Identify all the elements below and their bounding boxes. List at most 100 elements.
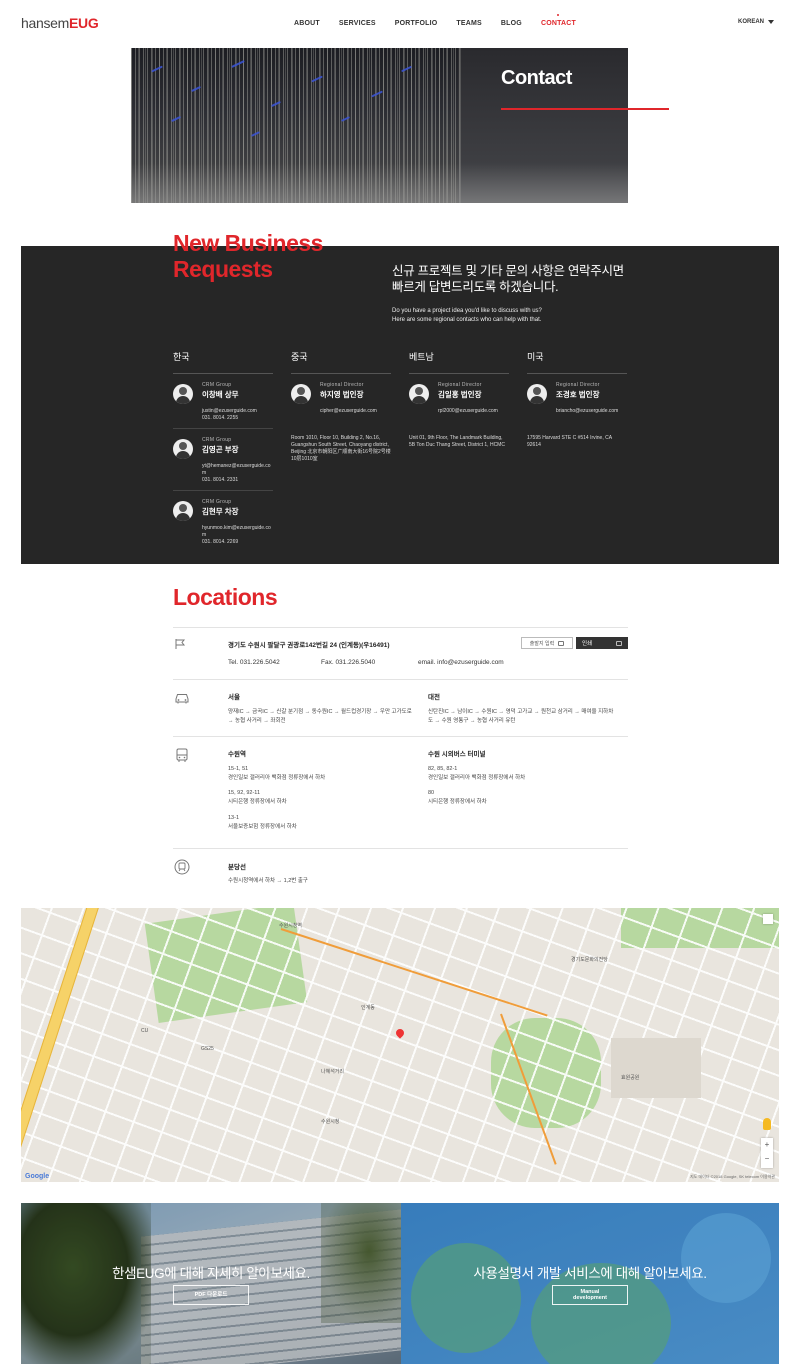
manual-development-button[interactable]: Manual development	[552, 1285, 628, 1305]
divider	[173, 679, 628, 680]
description-line2: 빠르게 답변드리도록 하겠습니다.	[392, 280, 559, 294]
main-nav: ABOUT SERVICES PORTFOLIO TEAMS BLOG CONT…	[294, 14, 595, 27]
logo[interactable]: hansemEUG	[21, 15, 99, 31]
google-logo: Google	[25, 1173, 50, 1180]
avatar	[173, 439, 193, 459]
location-icon	[558, 640, 565, 646]
pegman-icon[interactable]	[763, 1118, 771, 1130]
divider	[173, 736, 628, 737]
contact-card: CRM Group 이창배 상무 justin@ezuserguide.com …	[173, 382, 273, 429]
contact-email[interactable]: rpl2000@ezuserguide.com	[438, 408, 509, 415]
print-button[interactable]: 인쇄	[576, 637, 628, 649]
subway-title: 분당선	[228, 864, 246, 871]
map-label: CU	[141, 1028, 149, 1034]
map-block	[611, 1038, 701, 1098]
bus-station-line: 15-1, 51 경인일보 갤러리아 백화점 정류장에서 하차	[228, 765, 418, 783]
new-business-title-line2: Requests	[173, 256, 273, 282]
contact-name: 김현무 차장	[202, 507, 239, 516]
nav-about[interactable]: ABOUT	[294, 20, 320, 27]
contact-role: CRM Group	[202, 437, 232, 443]
title-underline	[501, 108, 669, 110]
description-line1: 신규 프로젝트 및 기타 문의 사항은 연락주시면	[392, 264, 624, 278]
subtext-line2: Here are some regional contacts who can …	[392, 317, 542, 323]
contact-card: Regional Director 조경호 법인장 briancho@ezuse…	[527, 382, 627, 429]
contact-tel: 031. 8014. 2331	[202, 477, 239, 483]
contact-name: 김영곤 부장	[202, 445, 239, 454]
manual-banner: 사용설명서 개발 서비스에 대해 알아보세요. Manual developme…	[401, 1203, 779, 1364]
nav-blog[interactable]: BLOG	[501, 20, 522, 27]
route-seoul-text: 양재IC → 금곡IC → 신갈 분기점 → 동수원IC → 월드컵경기장 → …	[228, 709, 412, 724]
region-name: 미국	[527, 350, 627, 374]
start-point-label: 출발지 입력	[529, 640, 555, 647]
nav-teams[interactable]: TEAMS	[456, 20, 482, 27]
bus-number: 13-1	[228, 815, 240, 821]
region-name: 중국	[291, 350, 391, 374]
hq-email[interactable]: email. info@ezuserguide.com	[418, 659, 504, 666]
avatar	[173, 501, 193, 521]
nav-portfolio[interactable]: PORTFOLIO	[395, 20, 438, 27]
map-label: 효원공원	[621, 1075, 640, 1081]
new-business-subtext: Do you have a project idea you'd like to…	[392, 307, 592, 325]
language-selector[interactable]: KOREAN	[738, 19, 775, 25]
divider	[173, 848, 628, 849]
button-line2: development	[573, 1295, 607, 1301]
print-label: 인쇄	[582, 641, 593, 647]
pdf-download-button[interactable]: PDF 다운로드	[173, 1285, 249, 1305]
contact-tel: 031. 8014. 2255	[202, 415, 239, 421]
new-business-description: 신규 프로젝트 및 기타 문의 사항은 연락주시면 빠르게 답변드리도록 하겠습…	[392, 263, 632, 295]
site-header: hansemEUG ABOUT SERVICES PORTFOLIO TEAMS…	[0, 0, 800, 48]
start-point-button[interactable]: 출발지 입력	[521, 637, 573, 649]
zoom-control[interactable]: + −	[761, 1138, 773, 1168]
nav-services[interactable]: SERVICES	[339, 20, 376, 27]
contact-card: CRM Group 김영곤 부장 yt@hemanez@ezuserguide.…	[173, 437, 273, 491]
logo-text-light: hansem	[21, 15, 70, 31]
company-banner: 한샘EUG에 대해 자세히 알아보세요. PDF 다운로드	[21, 1203, 401, 1364]
region-vietnam: 베트남 Regional Director 김일홍 법인장 rpl2000@ez…	[409, 350, 509, 449]
hero-floor	[131, 163, 628, 203]
language-label: KOREAN	[738, 19, 765, 25]
bus-icon	[176, 748, 188, 762]
manual-banner-text: 사용설명서 개발 서비스에 대해 알아보세요.	[473, 1266, 707, 1281]
bus-station-line: 15, 92, 92-11 시티은행 정류장에서 하차	[228, 789, 418, 807]
map-label: 인계동	[361, 1005, 375, 1011]
contact-email[interactable]: cipher@ezuserguide.com	[320, 408, 391, 415]
contact-card: Regional Director 김일홍 법인장 rpl2000@ezuser…	[409, 382, 509, 429]
route-seoul-title: 서울	[228, 694, 240, 701]
hq-tel: Tel. 031.226.5042	[228, 659, 280, 666]
contact-name: 하지영 법인장	[320, 390, 364, 399]
page-title: Contact	[501, 67, 572, 89]
contact-address: Unit 01, 9th Floor, The Landmark Buildin…	[409, 435, 505, 448]
logo-text-bold: EUG	[69, 15, 99, 31]
contact-address: 17595 Harvard STE C #514 Irvine, CA 9261…	[527, 435, 612, 448]
nav-contact[interactable]: CONTACT	[541, 14, 576, 27]
hq-address: 경기도 수원시 팔달구 권광로142번길 24 (인계동)(우16491)	[228, 642, 390, 649]
map-label: 경기도문화의전당	[571, 957, 608, 963]
company-banner-text: 한샘EUG에 대해 자세히 알아보세요.	[112, 1266, 310, 1281]
bus-number: 15, 92, 92-11	[228, 790, 261, 796]
fullscreen-icon[interactable]	[763, 914, 773, 924]
contact-card: CRM Group 김현무 차장 hyunmoo.kim@ezuserguide…	[173, 499, 273, 552]
contact-email[interactable]: justin@ezuserguide.com	[202, 408, 273, 415]
bus-number: 80	[428, 790, 435, 796]
map-label: GS25	[201, 1046, 214, 1052]
banner-overlay	[21, 1203, 401, 1364]
bus-terminal-line: 80 시티은행 정류장에서 하차	[428, 789, 618, 807]
avatar	[527, 384, 547, 404]
bus-terminal-title: 수원 시외버스 터미널	[428, 751, 486, 758]
map[interactable]: 수원시청역 경기도문화의전당 인계동 효원공원 나혜석거리 수원시청 CU GS…	[21, 908, 779, 1182]
new-business-title-line1: New Business	[173, 230, 323, 256]
bus-desc: 시티은행 정류장에서 하차	[228, 799, 287, 805]
contact-role: Regional Director	[556, 382, 600, 388]
bus-desc: 경인일보 갤러리아 백화점 정류장에서 하차	[228, 775, 326, 781]
contact-email[interactable]: yt@hemanez@ezuserguide.com	[202, 463, 273, 477]
map-label: 수원시청	[321, 1119, 340, 1125]
avatar	[291, 384, 311, 404]
contact-name: 조경호 법인장	[556, 390, 600, 399]
subtext-line1: Do you have a project idea you'd like to…	[392, 308, 542, 314]
bus-desc: 시티은행 정류장에서 하차	[428, 799, 487, 805]
contact-email[interactable]: briancho@ezuserguide.com	[556, 408, 627, 415]
new-business-title: New Business Requests	[173, 230, 373, 282]
bus-desc: 서울보증보험 정류장에서 하차	[228, 824, 297, 830]
car-icon	[175, 694, 189, 704]
contact-email[interactable]: hyunmoo.kim@ezuserguide.com	[202, 525, 273, 539]
